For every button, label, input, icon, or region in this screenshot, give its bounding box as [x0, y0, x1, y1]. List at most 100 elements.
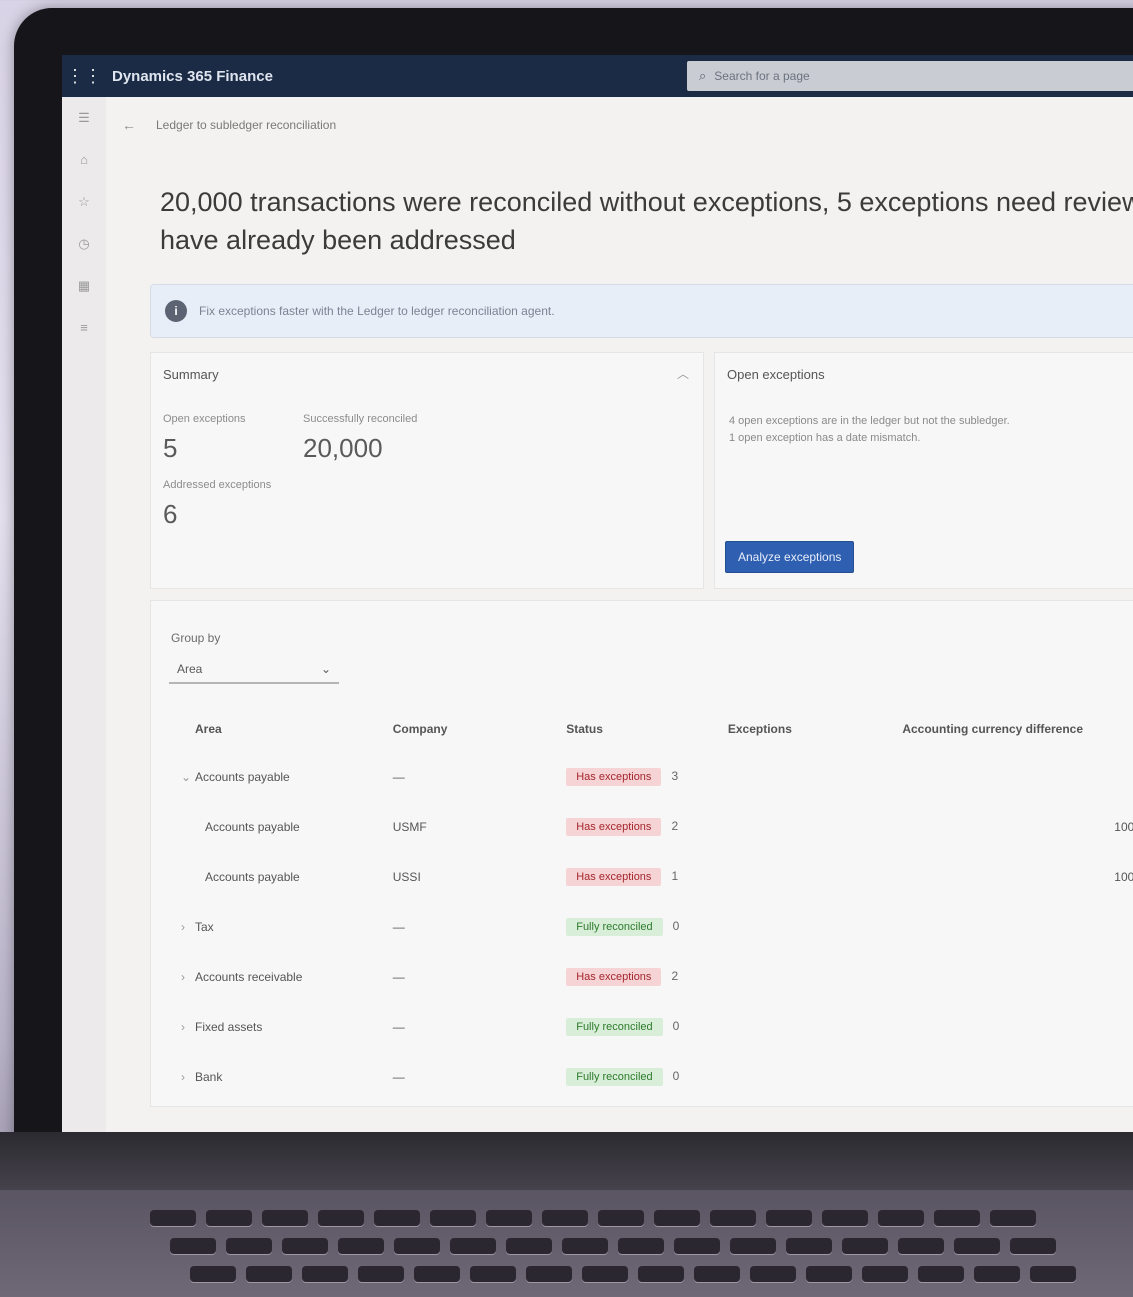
status-badge: Has exceptions [566, 968, 662, 986]
exception-count: 3 [671, 769, 679, 783]
cell-company: — [392, 970, 405, 984]
cell-status: Fully reconciled 0 [556, 902, 718, 952]
cell-difference [892, 902, 1133, 952]
cell-status: Fully reconciled 0 [556, 1002, 718, 1052]
exception-count: 0 [672, 919, 680, 933]
summary-title: Summary [163, 367, 219, 382]
reconciliation-table: Area Company Status Exceptions Accountin… [171, 706, 1133, 1102]
cell-area: › Fixed assets [181, 1020, 263, 1034]
analyze-exceptions-button[interactable]: Analyze exceptions [725, 541, 855, 573]
cell-difference: 100.00 [1114, 820, 1133, 834]
chevron-down-icon: ⌄ [320, 662, 331, 676]
reconciled-metric: Successfully reconciled 20,000 [303, 413, 417, 464]
cell-difference [892, 952, 1133, 1002]
info-icon: i [165, 300, 187, 322]
addressed-metric: Addressed exceptions 6 [163, 479, 271, 530]
cell-status: Has exceptions 2 [556, 802, 718, 852]
metric-label: Addressed exceptions [163, 479, 272, 491]
metric-value: 5 [163, 433, 178, 463]
chevron-up-icon[interactable]: ︿ [677, 365, 689, 382]
status-badge: Fully reconciled [566, 918, 663, 936]
status-badge: Fully reconciled [566, 1018, 663, 1036]
menu-icon[interactable]: ☰ [62, 97, 106, 139]
clock-icon[interactable]: ◷ [62, 223, 106, 265]
cell-exceptions [718, 902, 892, 952]
home-icon[interactable]: ⌂ [62, 139, 106, 181]
back-arrow-icon[interactable]: ← [122, 117, 136, 133]
expand-chevron-icon[interactable]: › [181, 920, 195, 934]
key-row [150, 1210, 1133, 1226]
page-headline: 20,000 transactions were reconciled with… [160, 187, 1133, 255]
info-banner: i Fix exceptions faster with the Ledger … [150, 284, 1133, 338]
open-exceptions-card: Open exceptions 4 open exceptions are in… [714, 352, 1133, 589]
cell-exceptions [718, 1002, 892, 1052]
table-row[interactable]: › Accounts receivable — Has exceptions 2 [171, 952, 1133, 1002]
app-name[interactable]: Dynamics 365 Finance [112, 68, 273, 85]
group-by-label: Group by [171, 631, 221, 645]
summary-card: Summary ︿ Open exceptions 5 Successfully… [150, 352, 704, 589]
cell-exceptions [718, 852, 892, 902]
star-icon[interactable]: ☆ [62, 181, 106, 223]
column-header-status[interactable]: Status [556, 706, 718, 752]
expand-chevron-icon[interactable]: › [181, 1070, 195, 1084]
cell-difference: 100.00 [1114, 870, 1133, 884]
exception-count: 1 [671, 869, 679, 883]
metric-value: 6 [163, 499, 178, 529]
table-header-row: Area Company Status Exceptions Accountin… [171, 706, 1133, 752]
search-placeholder: Search for a page [714, 69, 810, 83]
cell-area: Accounts payable [205, 820, 300, 834]
exception-count: 0 [672, 1019, 680, 1033]
status-badge: Fully reconciled [566, 1068, 663, 1086]
table-row[interactable]: › Tax — Fully reconciled 0 [171, 902, 1133, 952]
table-row[interactable]: › Fixed assets — Fully reconciled 0 [171, 1002, 1133, 1052]
cell-status: Fully reconciled 0 [556, 1052, 718, 1102]
top-bar: ⋮⋮ Dynamics 365 Finance ⌕ Search for a p… [62, 55, 1133, 97]
expand-chevron-icon[interactable]: › [181, 1020, 195, 1034]
search-icon: ⌕ [699, 68, 707, 83]
search-input[interactable]: ⌕ Search for a page [687, 61, 1133, 91]
column-header-company[interactable]: Company [383, 706, 556, 752]
description-line: 4 open exceptions are in the ledger but … [729, 415, 1010, 427]
expand-chevron-icon[interactable]: ⌄ [181, 770, 195, 784]
cell-status: Has exceptions 3 [556, 752, 718, 802]
waffle-icon[interactable]: ⋮⋮ [62, 55, 106, 97]
cell-exceptions [718, 802, 892, 852]
expand-chevron-icon[interactable]: › [181, 970, 195, 984]
cell-area: ⌄ Accounts payable [181, 770, 290, 784]
list-icon[interactable]: ≡ [62, 307, 106, 349]
left-nav-rail: ☰ ⌂ ☆ ◷ ▦ ≡ [62, 97, 106, 1135]
metric-label: Open exceptions [163, 413, 246, 425]
cell-difference [892, 1002, 1133, 1052]
exception-count: 0 [672, 1069, 680, 1083]
cell-company: — [392, 770, 405, 784]
cell-area: › Tax [181, 920, 214, 934]
column-header-area[interactable]: Area [171, 706, 383, 752]
cell-area: › Accounts receivable [181, 970, 303, 984]
reconciliation-table-card: Group by Area ⌄ Area Company Status Exce… [150, 600, 1133, 1107]
group-by-dropdown[interactable]: Area ⌄ [169, 656, 339, 684]
table-row[interactable]: Accounts payable USSI Has exceptions 1 100.0… [171, 852, 1133, 902]
table-row[interactable]: › Bank — Fully reconciled 0 [171, 1052, 1133, 1102]
status-badge: Has exceptions [566, 868, 662, 886]
exception-count: 2 [671, 819, 679, 833]
status-badge: Has exceptions [566, 818, 662, 836]
cell-status: Has exceptions 1 [556, 852, 718, 902]
status-badge: Has exceptions [566, 768, 662, 786]
cell-company: — [392, 1070, 405, 1084]
cell-difference [892, 752, 1133, 802]
cell-exceptions [718, 752, 892, 802]
cell-exceptions [718, 952, 892, 1002]
cell-company: USMF [392, 820, 427, 834]
metric-value: 20,000 [303, 433, 383, 463]
open-exceptions-title: Open exceptions [727, 367, 825, 382]
table-row[interactable]: ⌄ Accounts payable — Has exceptions 3 [171, 752, 1133, 802]
cell-status: Has exceptions 2 [556, 952, 718, 1002]
cell-company: USSI [392, 870, 421, 884]
cell-company: — [392, 920, 405, 934]
table-row[interactable]: Accounts payable USMF Has exceptions 2 100.0… [171, 802, 1133, 852]
workspace-icon[interactable]: ▦ [62, 265, 106, 307]
column-header-exceptions[interactable]: Exceptions [718, 706, 892, 752]
column-header-difference[interactable]: Accounting currency difference [892, 706, 1133, 752]
exception-count: 2 [671, 969, 679, 983]
table-body: ⌄ Accounts payable — Has exceptions 3 Account… [171, 752, 1133, 1102]
